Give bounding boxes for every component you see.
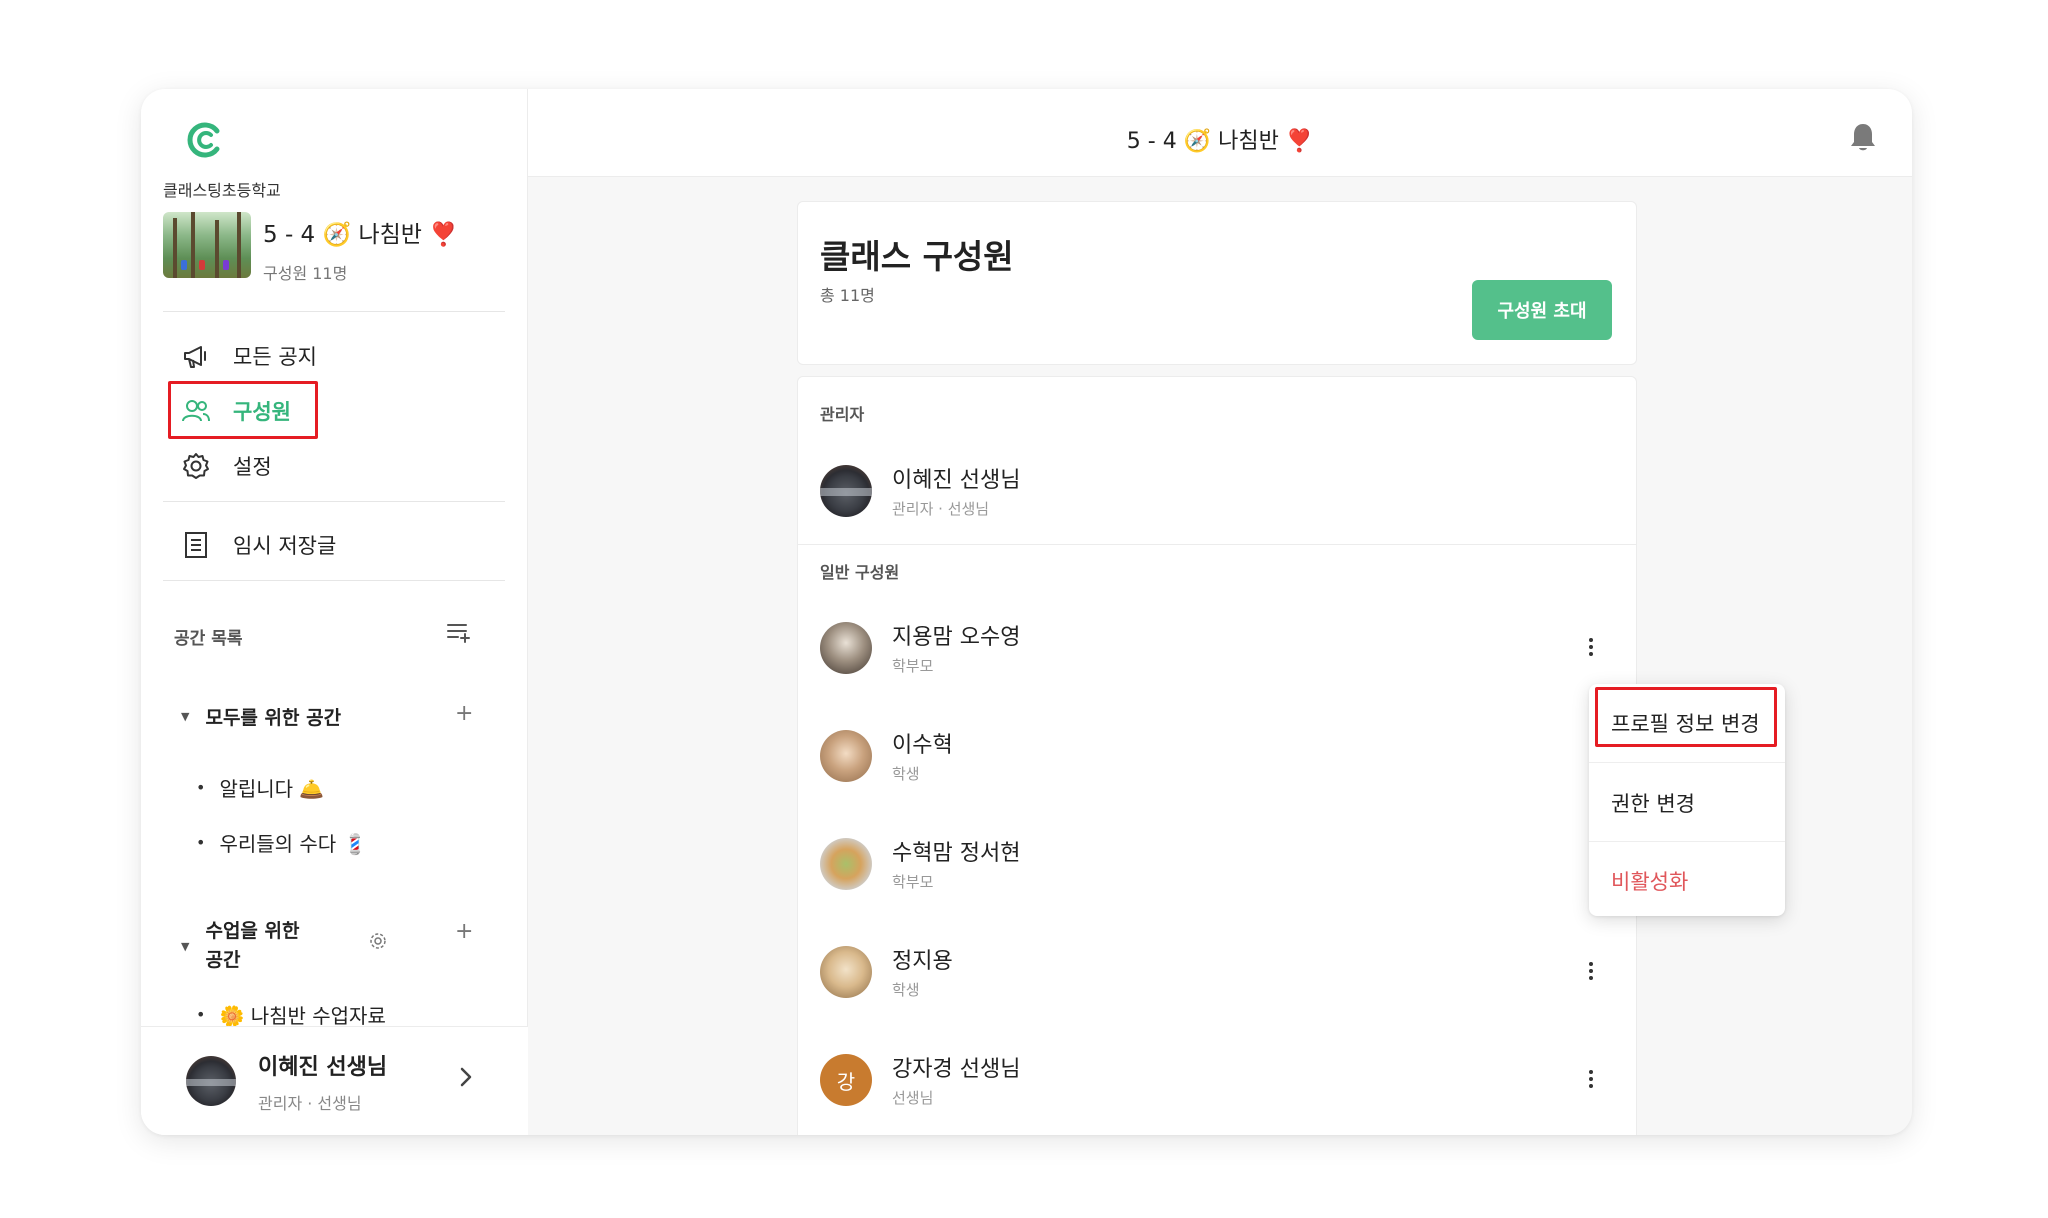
space-group-title: 수업을 위한 공간 — [205, 917, 299, 975]
add-space-icon[interactable]: + — [455, 919, 473, 944]
member-role: 학부모 — [892, 873, 934, 891]
member-role: 선생님 — [892, 1089, 934, 1107]
avatar — [820, 465, 872, 517]
group-settings-gear-icon[interactable] — [369, 932, 387, 950]
space-item[interactable]: • 🌼 나침반 수업자료 — [196, 1000, 386, 1029]
member-row[interactable]: 이수혁 학생 — [820, 727, 1616, 787]
sidebar-divider — [163, 501, 505, 502]
top-bar: 5 - 4 🧭 나침반 ❣️ — [528, 89, 1912, 177]
menu-separator — [1589, 762, 1785, 763]
footer-user-name: 이혜진 선생님 — [258, 1055, 388, 1080]
avatar — [186, 1056, 236, 1106]
more-options-icon[interactable] — [1584, 635, 1598, 661]
sidebar: 클래스팅초등학교 5 - 4 🧭 나침반 ❣️ 구성원 11명 모든 공지 구성… — [141, 89, 528, 1135]
members-total: 총 11명 — [820, 286, 875, 305]
space-group-class[interactable]: ▼ 수업을 위한 공간 — [181, 917, 299, 975]
more-options-icon[interactable] — [1584, 959, 1598, 985]
classting-logo-icon[interactable] — [183, 119, 225, 161]
draft-document-icon — [185, 532, 207, 558]
edit-profile-highlight-box — [1595, 687, 1777, 747]
space-item-label: 알립니다 🛎️ — [219, 777, 325, 801]
member-role: 학생 — [892, 981, 920, 999]
member-row[interactable]: 강 강자경 선생님 선생님 — [820, 1051, 1616, 1111]
nav-label: 모든 공지 — [233, 345, 317, 369]
avatar — [820, 838, 872, 890]
nav-settings[interactable]: 설정 — [181, 446, 272, 486]
members-title: 클래스 구성원 — [820, 237, 1014, 276]
page-title: 5 - 4 🧭 나침반 ❣️ — [1126, 129, 1314, 154]
class-title[interactable]: 5 - 4 🧭 나침반 ❣️ — [263, 215, 458, 249]
member-row[interactable]: 이혜진 선생님 관리자 · 선생님 — [820, 462, 1616, 522]
sidebar-divider — [163, 311, 505, 312]
member-row[interactable]: 수혁맘 정서현 학부모 — [820, 835, 1616, 895]
member-name: 이수혁 — [892, 733, 953, 758]
member-list-card: 관리자 이혜진 선생님 관리자 · 선생님 일반 구성원 지용맘 오수영 학부모… — [797, 376, 1637, 1135]
avatar — [820, 946, 872, 998]
member-name: 강자경 선생님 — [892, 1057, 1021, 1082]
caret-down-icon[interactable]: ▼ — [181, 710, 189, 723]
avatar — [820, 730, 872, 782]
footer-user-role: 관리자 · 선생님 — [258, 1094, 362, 1113]
space-item-label: 🌼 나침반 수업자료 — [219, 1004, 386, 1028]
menu-item-deactivate[interactable]: 비활성화 — [1611, 866, 1688, 896]
megaphone-icon — [184, 346, 206, 368]
menu-separator — [1589, 841, 1785, 842]
members-header-card: 클래스 구성원 총 11명 구성원 초대 — [797, 201, 1637, 365]
add-space-icon[interactable]: + — [455, 701, 473, 726]
general-group-label: 일반 구성원 — [820, 563, 900, 582]
chevron-right-icon[interactable] — [456, 1063, 476, 1091]
menu-item-change-permission[interactable]: 권한 변경 — [1611, 788, 1695, 818]
member-row[interactable]: 정지용 학생 — [820, 943, 1616, 1003]
member-name: 지용맘 오수영 — [892, 625, 1021, 650]
space-item[interactable]: • 우리들의 수다 💈 — [196, 828, 367, 857]
member-name: 이혜진 선생님 — [892, 468, 1021, 493]
bullet: • — [196, 1005, 206, 1024]
bell-icon[interactable] — [1848, 121, 1878, 153]
avatar-initial: 강 — [820, 1054, 872, 1106]
spaces-section-label: 공간 목록 — [174, 629, 243, 649]
list-add-icon[interactable] — [446, 619, 472, 645]
member-name: 수혁맘 정서현 — [892, 841, 1021, 866]
space-group-title: 모두를 위한 공간 — [205, 707, 342, 729]
space-item-label: 우리들의 수다 💈 — [219, 832, 368, 856]
section-divider — [798, 544, 1636, 545]
class-thumbnail[interactable] — [163, 212, 251, 278]
gear-icon — [183, 453, 209, 479]
class-member-count: 구성원 11명 — [263, 264, 348, 283]
sidebar-divider — [163, 580, 505, 581]
nav-all-notices[interactable]: 모든 공지 — [181, 336, 317, 376]
bullet: • — [196, 833, 206, 852]
space-group-everyone[interactable]: ▼ 모두를 위한 공간 — [181, 703, 341, 730]
member-role: 관리자 · 선생님 — [892, 500, 990, 518]
space-group-title-line: 수업을 위한 — [205, 920, 300, 942]
caret-down-icon[interactable]: ▼ — [181, 940, 189, 953]
app-window: 클래스팅초등학교 5 - 4 🧭 나침반 ❣️ 구성원 11명 모든 공지 구성… — [141, 89, 1912, 1135]
space-group-title-line: 공간 — [205, 949, 241, 971]
nav-drafts[interactable]: 임시 저장글 — [181, 525, 336, 565]
avatar — [820, 622, 872, 674]
nav-label: 설정 — [233, 455, 272, 479]
sidebar-user-footer[interactable]: 이혜진 선생님 관리자 · 선생님 — [141, 1026, 528, 1135]
school-name: 클래스팅초등학교 — [163, 181, 281, 200]
members-highlight-box — [168, 381, 318, 439]
invite-member-button[interactable]: 구성원 초대 — [1472, 280, 1612, 340]
admin-group-label: 관리자 — [820, 405, 865, 424]
bullet: • — [196, 778, 206, 797]
more-options-icon[interactable] — [1584, 1067, 1598, 1093]
nav-label: 임시 저장글 — [233, 534, 337, 558]
member-row[interactable]: 지용맘 오수영 학부모 — [820, 619, 1616, 679]
member-role: 학부모 — [892, 657, 934, 675]
space-item[interactable]: • 알립니다 🛎️ — [196, 773, 324, 802]
member-name: 정지용 — [892, 949, 953, 974]
member-role: 학생 — [892, 765, 920, 783]
